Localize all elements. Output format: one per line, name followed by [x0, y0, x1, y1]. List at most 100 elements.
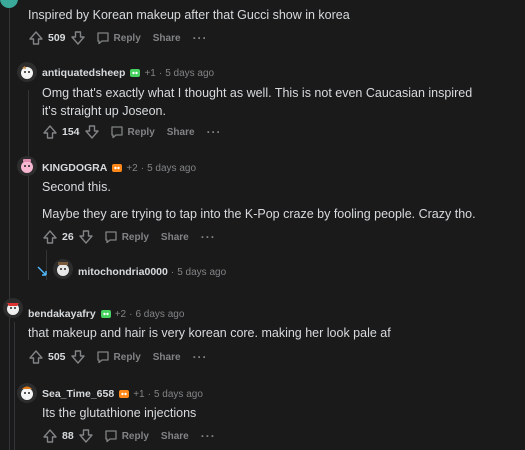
comment-actions: 509 Reply Share ···	[28, 28, 208, 48]
upvote-icon	[43, 125, 57, 139]
downvote-icon	[78, 230, 93, 244]
comment-meta: KINGDOGRA +2 · 5 days ago	[42, 162, 196, 174]
vote-count: 26	[62, 231, 74, 243]
upvote-icon	[43, 429, 57, 443]
collapse-icon	[37, 266, 47, 276]
avatar[interactable]	[17, 62, 37, 82]
thread-line-level2[interactable]	[28, 90, 29, 280]
avatar[interactable]	[0, 0, 18, 8]
reply-label: Reply	[113, 32, 141, 44]
comment-actions: 505 Reply Share ···	[28, 347, 208, 367]
username[interactable]: mitochondria0000	[78, 266, 168, 278]
comment-meta: antiquatedsheep +1 · 5 days ago	[42, 67, 214, 79]
flair-icon	[118, 388, 130, 400]
more-icon[interactable]: ···	[193, 350, 208, 364]
upvote-icon	[29, 350, 43, 364]
timestamp[interactable]: 5 days ago	[177, 267, 226, 278]
comment-body-line2: Maybe they are trying to tap into the K-…	[42, 207, 476, 221]
upvote-button[interactable]	[42, 428, 58, 444]
upvote-icon	[29, 31, 43, 45]
more-icon[interactable]: ···	[201, 429, 216, 443]
reply-button[interactable]: Reply	[96, 350, 141, 364]
reply-button[interactable]: Reply	[104, 429, 149, 443]
downvote-icon	[70, 31, 85, 45]
downvote-button[interactable]	[70, 30, 86, 46]
avatar[interactable]	[17, 156, 37, 176]
upvote-button[interactable]	[42, 229, 58, 245]
comment-icon	[105, 430, 117, 443]
downvote-icon	[70, 350, 85, 364]
timestamp[interactable]: 5 days ago	[154, 389, 203, 400]
avatar[interactable]	[3, 298, 23, 318]
comment-body: Omg that's exactly what I thought as wel…	[42, 86, 473, 118]
share-button[interactable]: Share	[153, 352, 181, 363]
meta-separator: ·	[129, 308, 133, 320]
comment-icon	[96, 32, 109, 45]
downvote-button[interactable]	[78, 229, 94, 245]
downvote-button[interactable]	[78, 428, 94, 444]
share-button[interactable]: Share	[167, 127, 195, 138]
comment-actions: 154 Reply Share ···	[42, 122, 222, 142]
comment-body: that makeup and hair is very korean core…	[28, 326, 391, 340]
reply-label: Reply	[121, 231, 149, 243]
comment-actions: 88 Reply Share ···	[42, 426, 216, 446]
vote-count: 154	[62, 126, 80, 138]
comment-icon	[105, 231, 117, 244]
username[interactable]: Sea_Time_658	[42, 388, 114, 400]
avatar[interactable]	[17, 383, 37, 403]
reply-label: Reply	[121, 430, 149, 442]
share-button[interactable]: Share	[161, 232, 189, 243]
flair-icon	[129, 67, 141, 79]
comment-meta: mitochondria0000 · 5 days ago	[78, 266, 226, 278]
timestamp[interactable]: 5 days ago	[147, 163, 196, 174]
username[interactable]: antiquatedsheep	[42, 67, 125, 79]
meta-separator: ·	[158, 67, 163, 79]
upvote-button[interactable]	[42, 124, 58, 140]
reply-label: Reply	[113, 351, 141, 363]
karma: +2	[126, 162, 138, 174]
downvote-button[interactable]	[84, 124, 100, 140]
timestamp[interactable]: 6 days ago	[135, 309, 184, 320]
reply-label: Reply	[127, 126, 155, 138]
more-icon[interactable]: ···	[207, 125, 222, 139]
reply-button[interactable]: Reply	[96, 31, 141, 45]
comment-meta: Sea_Time_658 +1 · 5 days ago	[42, 388, 203, 400]
more-icon[interactable]: ···	[193, 31, 208, 45]
upvote-button[interactable]	[28, 349, 44, 365]
expand-thread-button[interactable]	[36, 264, 48, 282]
share-button[interactable]: Share	[153, 33, 181, 44]
downvote-button[interactable]	[70, 349, 86, 365]
upvote-icon	[43, 230, 57, 244]
reply-button[interactable]: Reply	[104, 230, 149, 244]
meta-separator: ·	[147, 388, 151, 400]
comment-body-line1: Second this.	[42, 180, 111, 194]
comment-actions: 26 Reply Share ···	[42, 227, 216, 247]
meta-separator: ·	[170, 266, 175, 278]
vote-count: 509	[48, 32, 66, 44]
avatar[interactable]	[53, 259, 73, 279]
vote-count: 505	[48, 351, 66, 363]
username[interactable]: KINGDOGRA	[42, 162, 107, 174]
karma: +1	[133, 388, 145, 400]
meta-separator: ·	[140, 162, 145, 174]
karma: +2	[114, 308, 127, 320]
vote-count: 88	[62, 430, 74, 442]
upvote-button[interactable]	[28, 30, 44, 46]
comment-icon	[110, 126, 123, 139]
timestamp[interactable]: 5 days ago	[165, 68, 214, 79]
downvote-icon	[84, 125, 99, 139]
karma: +1	[144, 67, 156, 79]
flair-icon	[111, 162, 123, 174]
comment-meta: bendakayafry +2 · 6 days ago	[28, 308, 184, 320]
downvote-icon	[78, 429, 93, 443]
comment-body: Inspired by Korean makeup after that Guc…	[28, 8, 350, 22]
thread-line-bendakayafry[interactable]	[14, 322, 15, 450]
comment-icon	[96, 351, 109, 364]
share-button[interactable]: Share	[161, 431, 189, 442]
thread-line-main[interactable]	[9, 0, 10, 450]
reply-button[interactable]: Reply	[110, 125, 155, 139]
comment-body: Its the glutathione injections	[42, 406, 197, 420]
more-icon[interactable]: ···	[201, 230, 216, 244]
username[interactable]: bendakayafry	[28, 308, 96, 320]
flair-icon	[100, 308, 112, 320]
